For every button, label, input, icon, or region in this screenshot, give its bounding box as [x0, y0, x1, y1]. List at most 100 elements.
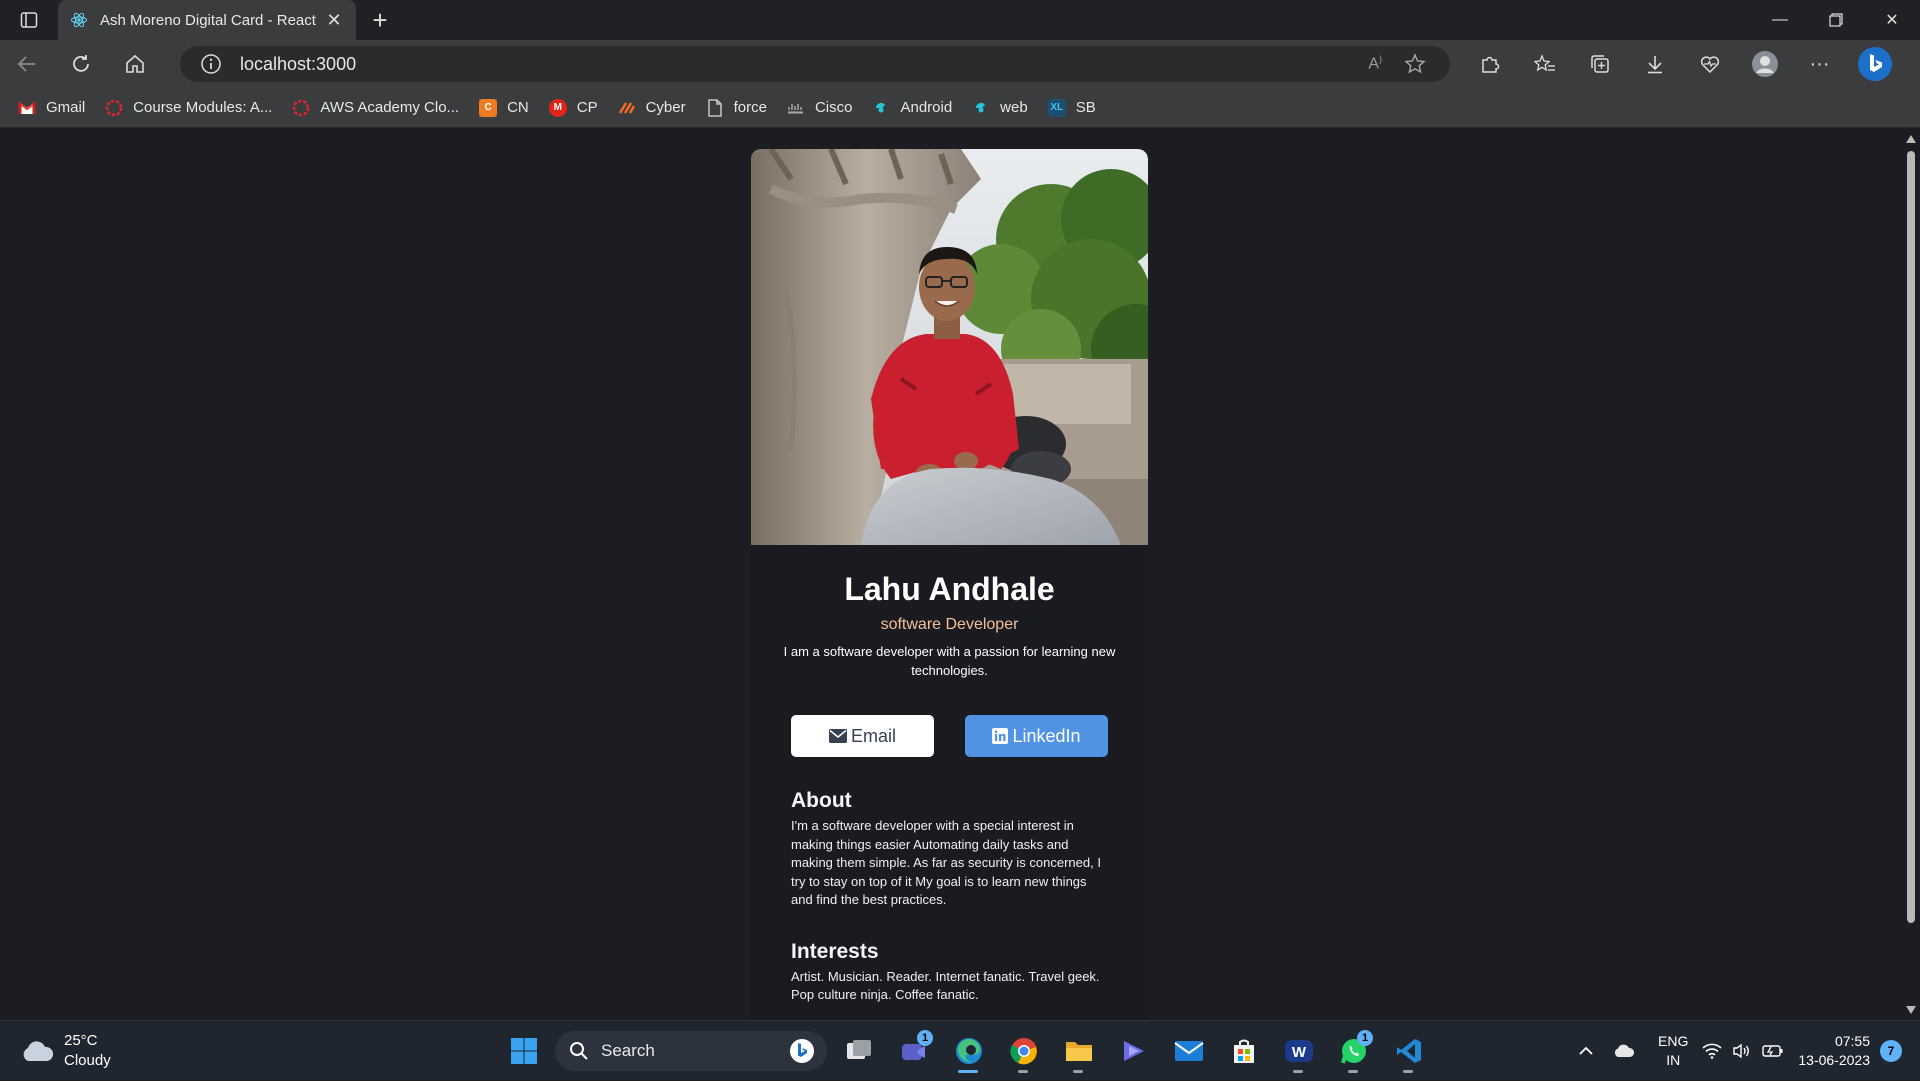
battery-icon [1762, 1045, 1783, 1057]
tab-bar: Ash Moreno Digital Card - React ✕ + — ✕ [0, 0, 1920, 40]
collections-button[interactable] [1572, 40, 1627, 88]
scrollbar-thumb[interactable] [1907, 151, 1915, 923]
store-button[interactable] [1216, 1027, 1271, 1075]
show-hidden-icons-button[interactable] [1568, 1046, 1604, 1056]
avatar [1751, 51, 1778, 77]
whatsapp-button[interactable]: 1 [1326, 1027, 1381, 1075]
vscode-button[interactable] [1381, 1027, 1436, 1075]
page-scrollbar[interactable] [1902, 129, 1920, 1020]
linkedin-button-label: LinkedIn [1012, 725, 1081, 746]
windows-taskbar: 25°C Cloudy Search 1 W 1 ENG IN 07:55 13… [0, 1020, 1920, 1080]
clock[interactable]: 07:55 13-06-2023 [1798, 1032, 1870, 1070]
teams-badge: 1 [917, 1030, 933, 1046]
whatsapp-badge: 1 [1357, 1030, 1373, 1046]
email-button[interactable]: Email [791, 715, 934, 757]
chrome-button[interactable] [996, 1027, 1051, 1075]
puzzle-icon [1481, 56, 1499, 73]
file-explorer-button[interactable] [1051, 1027, 1106, 1075]
read-aloud-icon[interactable]: A) [1368, 54, 1382, 73]
linkedin-button[interactable]: LinkedIn [965, 715, 1108, 757]
bookmark-label: AWS Academy Clo... [320, 99, 460, 116]
home-button[interactable] [108, 40, 162, 88]
bookmark-force[interactable]: force [706, 98, 767, 117]
tab-title: Ash Moreno Digital Card - React [100, 11, 316, 29]
minimize-button[interactable]: — [1752, 0, 1808, 40]
onedrive-button[interactable] [1604, 1044, 1644, 1058]
volume-icon [1733, 1043, 1750, 1059]
quick-settings-button[interactable] [1702, 1043, 1784, 1059]
task-view-icon [846, 1040, 871, 1059]
bookmark-gmail[interactable]: Gmail [18, 99, 85, 117]
favorites-icon [1533, 54, 1555, 72]
close-window-button[interactable]: ✕ [1864, 0, 1920, 40]
webex-icon: W [1284, 1040, 1313, 1062]
gmail-icon [18, 99, 36, 117]
bing-chat-button[interactable] [1847, 40, 1902, 88]
bookmark-course-modules[interactable]: Course Modules: A... [105, 99, 272, 117]
scroll-down-icon[interactable] [1906, 1006, 1916, 1014]
tab-actions-icon [20, 12, 38, 28]
video-editor-icon [1123, 1041, 1144, 1061]
bookmark-cisco[interactable]: Cisco [787, 99, 852, 117]
teams-button[interactable]: 1 [886, 1027, 941, 1075]
running-indicator [1073, 1070, 1083, 1073]
bookmark-cp[interactable]: M CP [548, 98, 598, 117]
restore-button[interactable] [1808, 0, 1864, 40]
more-options-button[interactable]: ··· [1792, 40, 1847, 88]
performance-button[interactable] [1682, 40, 1737, 88]
new-tab-button[interactable]: + [360, 0, 400, 40]
mail-button[interactable] [1161, 1027, 1216, 1075]
weather-widget[interactable]: 25°C Cloudy [20, 1031, 111, 1071]
tab-actions-button[interactable] [0, 0, 58, 40]
sb-icon: XL [1047, 98, 1066, 117]
address-bar[interactable]: localhost:3000 A) [180, 46, 1450, 82]
svg-text:W: W [1291, 1044, 1306, 1061]
bookmarks-bar: Gmail Course Modules: A... AWS Academy C… [0, 88, 1920, 128]
wifi-icon [1702, 1043, 1722, 1059]
active-tab[interactable]: Ash Moreno Digital Card - React ✕ [58, 0, 356, 40]
close-tab-icon[interactable]: ✕ [324, 10, 344, 30]
task-view-button[interactable] [831, 1027, 886, 1075]
scroll-up-icon[interactable] [1906, 135, 1916, 143]
clipchamp-button[interactable] [1106, 1027, 1161, 1075]
profile-button[interactable] [1737, 40, 1792, 88]
interests-heading: Interests [791, 939, 879, 963]
back-button[interactable] [0, 40, 54, 88]
favorites-button[interactable] [1517, 40, 1572, 88]
bookmark-label: SB [1075, 99, 1096, 116]
canvas-icon [105, 99, 123, 117]
bookmark-web[interactable]: web [972, 99, 1028, 117]
taskbar-search[interactable]: Search [555, 1031, 827, 1071]
bookmark-aws-academy[interactable]: AWS Academy Clo... [292, 99, 459, 117]
bookmark-android[interactable]: Android [872, 99, 952, 117]
profile-role: software Developer [880, 616, 1019, 633]
language-indicator[interactable]: ENG IN [1658, 1032, 1688, 1070]
taskbar-apps: Search 1 W 1 [496, 1027, 1436, 1075]
profile-bio: I am a software developer with a passion… [783, 644, 1116, 678]
bookmark-label: Cyber [645, 99, 686, 116]
edge-button[interactable] [941, 1027, 996, 1075]
start-button[interactable] [496, 1027, 551, 1075]
webex-button[interactable]: W [1271, 1027, 1326, 1075]
notification-badge[interactable]: 7 [1880, 1040, 1902, 1062]
restore-icon [1829, 13, 1843, 27]
about-section: About I'm a software developer with a sp… [751, 789, 1148, 910]
store-icon [1233, 1039, 1254, 1063]
back-arrow-icon [17, 56, 35, 72]
search-icon [570, 1042, 588, 1060]
extensions-button[interactable] [1462, 40, 1517, 88]
react-icon [71, 12, 87, 28]
downloads-button[interactable] [1627, 40, 1682, 88]
download-icon [1647, 56, 1662, 74]
lang-line1: ENG [1658, 1033, 1689, 1049]
weather-temp: 25°C [64, 1032, 98, 1049]
cn-icon: C [479, 98, 498, 117]
running-indicator [1018, 1070, 1028, 1073]
bookmark-sb[interactable]: XL SB [1047, 98, 1096, 117]
refresh-icon [73, 55, 89, 72]
bookmark-cyber[interactable]: Cyber [618, 99, 686, 117]
favorite-star-icon[interactable] [1404, 53, 1426, 75]
refresh-button[interactable] [54, 40, 108, 88]
profile-photo-illustration [751, 149, 1148, 545]
bookmark-cn[interactable]: C CN [479, 98, 529, 117]
